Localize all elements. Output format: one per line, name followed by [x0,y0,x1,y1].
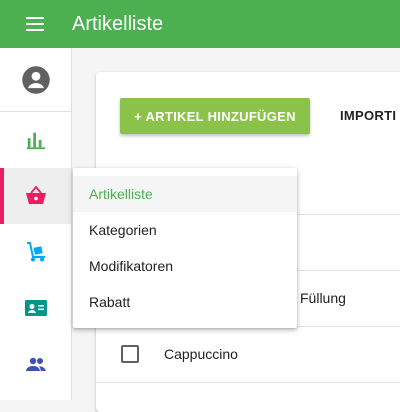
add-item-button[interactable]: + ARTIKEL HINZUFÜGEN [120,98,310,134]
people-icon [25,357,46,371]
items-submenu: Artikelliste Kategorien Modifikatoren Ra… [73,168,297,328]
sidebar [0,48,72,400]
menu-item-categories[interactable]: Kategorien [73,212,297,248]
sidebar-item-inventory[interactable] [0,224,71,280]
row-checkbox[interactable] [121,345,139,363]
page-title: Artikelliste [72,13,164,35]
menu-item-discounts[interactable]: Rabatt [73,284,297,320]
app-bar: Artikelliste [0,0,400,48]
menu-icon[interactable] [23,15,47,33]
import-button[interactable]: IMPORTI [340,108,396,123]
sidebar-item-customers[interactable] [0,336,71,392]
sidebar-item-employees[interactable] [0,280,71,336]
bar-chart-icon [26,132,45,150]
sidebar-item-reports[interactable] [0,112,71,168]
menu-item-item-list[interactable]: Artikelliste [73,176,297,212]
sidebar-item-account[interactable] [0,52,71,108]
column-header-partial: Füllung [300,290,346,306]
account-circle-icon [21,66,50,94]
sidebar-item-items[interactable] [0,168,71,224]
active-indicator [0,168,4,224]
contact-card-icon [24,300,47,316]
item-name: Cappuccino [164,346,238,362]
menu-item-modifiers[interactable]: Modifikatoren [73,248,297,284]
basket-icon [25,185,46,204]
table-divider [96,382,400,383]
hand-truck-icon [26,242,45,262]
